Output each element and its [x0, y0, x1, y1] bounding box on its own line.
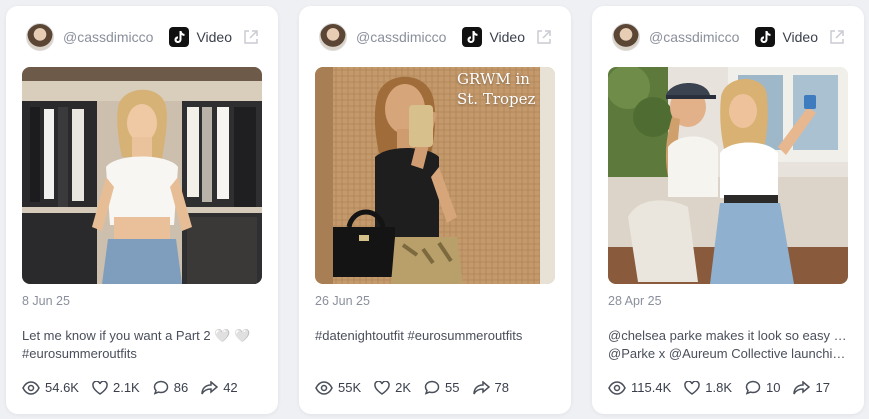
caption-line: @Parke x @Aureum Collective launchin... [608, 346, 848, 361]
creator-handle[interactable]: @cassdimicco [356, 29, 462, 45]
comments-stat: 86 [153, 380, 188, 395]
post-caption: Let me know if you want a Part 2 🤍 🤍 #eu… [22, 327, 262, 363]
views-count: 54.6K [45, 380, 79, 395]
share-icon [472, 380, 490, 394]
post-thumbnail[interactable] [22, 67, 262, 284]
platform-label: Video [489, 29, 525, 45]
post-stats: 54.6K 2.1K 86 42 [22, 380, 251, 395]
tiktok-icon [169, 27, 190, 47]
heart-icon [374, 380, 390, 395]
eye-icon [315, 380, 333, 395]
views-stat: 55K [315, 380, 361, 395]
likes-stat: 1.8K [684, 380, 732, 395]
comment-icon [424, 380, 440, 395]
caption-line: #eurosummeroutfits [22, 346, 137, 361]
comment-icon [153, 380, 168, 395]
eye-icon [22, 380, 40, 395]
likes-count: 2.1K [112, 380, 140, 395]
views-count: 55K [338, 380, 362, 395]
post-stats: 55K 2K 55 78 [315, 380, 522, 395]
post-date: 26 Jun 25 [315, 294, 370, 308]
shares-count: 42 [223, 380, 238, 395]
platform-badge: Video [755, 27, 818, 47]
views-stat: 115.4K [608, 380, 671, 395]
views-stat: 54.6K [22, 380, 79, 395]
tiktok-icon [755, 27, 776, 47]
avatar[interactable] [319, 23, 347, 51]
likes-stat: 2.1K [92, 380, 140, 395]
shares-stat: 42 [201, 380, 238, 395]
post-header: @cassdimicco Video [6, 22, 278, 52]
avatar[interactable] [612, 23, 640, 51]
views-count: 115.4K [631, 380, 672, 395]
tiktok-icon [462, 27, 483, 47]
platform-label: Video [196, 29, 232, 45]
share-icon [793, 380, 811, 394]
external-link-icon[interactable] [242, 28, 260, 46]
eye-icon [608, 380, 626, 395]
caption-line: #datenightoutfit #eurosummeroutfits [315, 328, 523, 343]
external-link-icon[interactable] [535, 28, 553, 46]
likes-stat: 2K [374, 380, 411, 395]
post-card[interactable]: @cassdimicco Video [299, 6, 571, 414]
comments-stat: 55 [424, 380, 460, 395]
heart-icon [92, 380, 108, 395]
caption-line: @chelsea parke makes it look so easy 😂 [608, 328, 848, 343]
share-icon [201, 380, 219, 394]
comments-count: 10 [766, 380, 781, 395]
post-header: @cassdimicco Video [592, 22, 864, 52]
post-date: 28 Apr 25 [608, 294, 662, 308]
comments-count: 86 [173, 380, 189, 395]
shares-stat: 17 [793, 380, 830, 395]
overlay-caption: GRWM in St. Tropez [457, 70, 536, 108]
avatar[interactable] [26, 23, 54, 51]
likes-count: 2K [395, 380, 412, 395]
platform-badge: Video [462, 27, 525, 47]
creator-handle[interactable]: @cassdimicco [649, 29, 755, 45]
post-thumbnail[interactable]: GRWM in St. Tropez [315, 67, 555, 284]
post-card[interactable]: @cassdimicco Video [592, 6, 864, 414]
comments-stat: 10 [745, 380, 780, 395]
post-caption: #datenightoutfit #eurosummeroutfits [315, 327, 555, 345]
shares-count: 17 [815, 380, 830, 395]
post-caption: @chelsea parke makes it look so easy 😂 @… [608, 327, 848, 363]
post-card[interactable]: @cassdimicco Video [6, 6, 278, 414]
heart-icon [684, 380, 701, 395]
post-date: 8 Jun 25 [22, 294, 70, 308]
post-stats: 115.4K 1.8K 10 17 [608, 380, 843, 395]
comments-count: 55 [445, 380, 460, 395]
post-header: @cassdimicco Video [299, 22, 571, 52]
external-link-icon[interactable] [828, 28, 846, 46]
shares-stat: 78 [472, 380, 509, 395]
post-thumbnail[interactable] [608, 67, 848, 284]
caption-line: Let me know if you want a Part 2 🤍 🤍 [22, 328, 251, 343]
platform-label: Video [782, 29, 818, 45]
shares-count: 78 [494, 380, 509, 395]
platform-badge: Video [169, 27, 232, 47]
likes-count: 1.8K [705, 380, 732, 395]
creator-handle[interactable]: @cassdimicco [63, 29, 169, 45]
comment-icon [745, 380, 761, 395]
